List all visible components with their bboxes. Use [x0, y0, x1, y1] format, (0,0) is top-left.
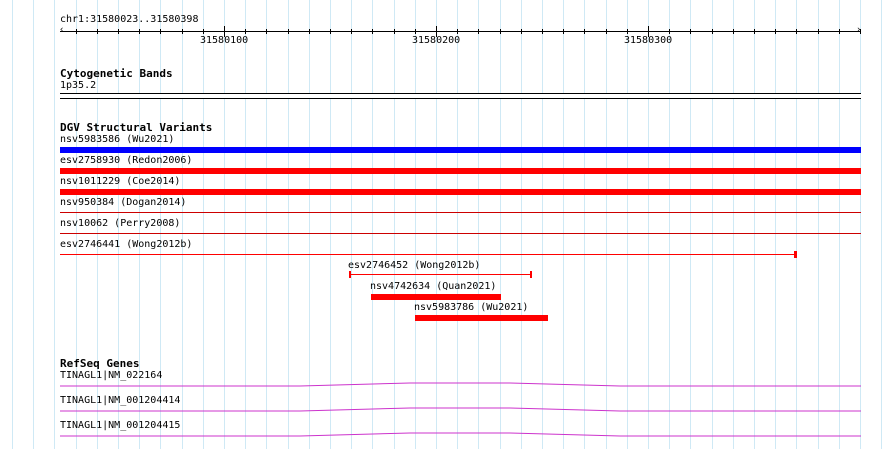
- gene-models: [60, 382, 861, 437]
- gene-model-line[interactable]: [60, 432, 861, 437]
- gene-model-line[interactable]: [60, 382, 861, 387]
- gene-model-line[interactable]: [60, 407, 861, 412]
